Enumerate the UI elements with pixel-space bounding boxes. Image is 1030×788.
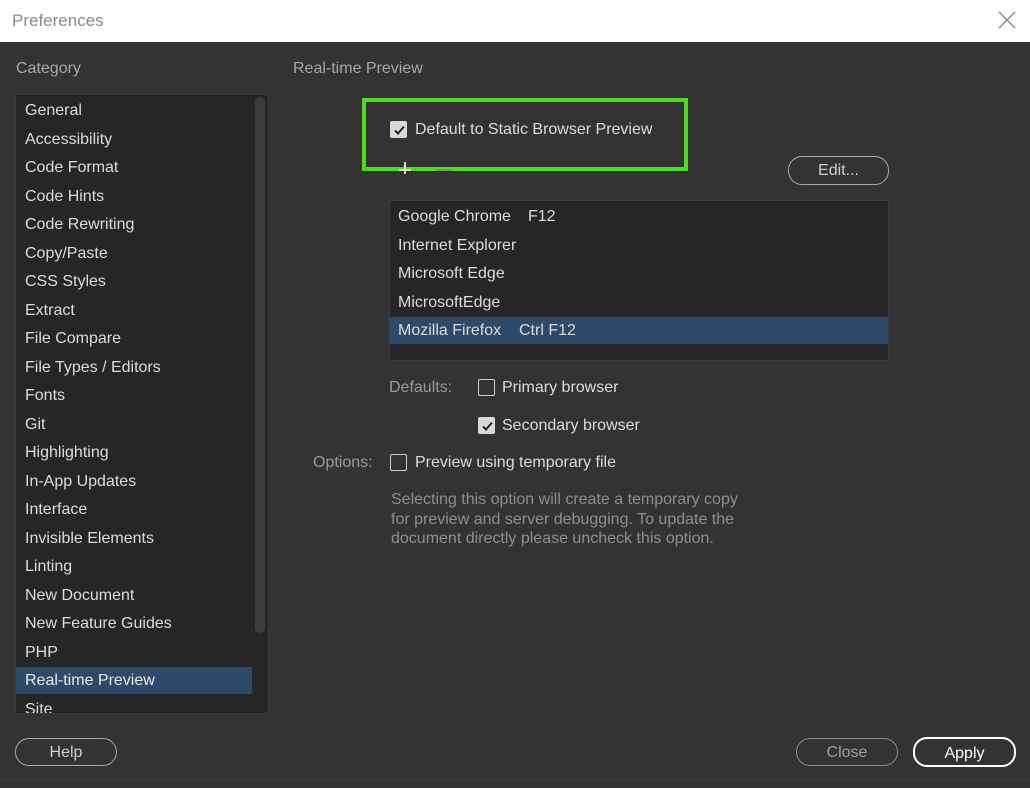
browser-row[interactable]: Microsoft Edge (390, 260, 888, 287)
category-item-in-app-updates[interactable]: In-App Updates (16, 468, 252, 495)
primary-browser-checkbox[interactable] (478, 379, 495, 396)
temp-file-checkbox[interactable] (390, 454, 407, 471)
category-heading: Category (16, 60, 81, 77)
close-button[interactable]: Close (796, 738, 898, 766)
panel-heading: Real-time Preview (293, 60, 423, 77)
category-item-code-hints[interactable]: Code Hints (16, 183, 252, 210)
browser-shortcut: Ctrl F12 (519, 322, 576, 339)
browser-row[interactable]: Google Chrome F12 (390, 203, 888, 230)
category-item-accessibility[interactable]: Accessibility (16, 126, 252, 153)
edit-button[interactable]: Edit... (788, 156, 889, 185)
category-item-linting[interactable]: Linting (16, 553, 252, 580)
browser-row[interactable]: Internet Explorer (390, 232, 888, 259)
option-description: Selecting this option will create a temp… (391, 490, 781, 549)
options-label: Options: (313, 454, 373, 471)
footer-divider (0, 780, 1030, 781)
category-list[interactable]: General Accessibility Code Format Code H… (15, 94, 269, 714)
category-item-site[interactable]: Site (16, 696, 252, 714)
category-item-extract[interactable]: Extract (16, 297, 252, 324)
browser-name: Internet Explorer (398, 236, 517, 254)
plus-icon[interactable] (399, 161, 411, 179)
category-item-new-feature-guides[interactable]: New Feature Guides (16, 610, 252, 637)
secondary-browser-checkbox[interactable] (478, 417, 495, 434)
browser-row-selected[interactable]: Mozilla Firefox Ctrl F12 (390, 317, 888, 344)
secondary-browser-label: Secondary browser (502, 417, 640, 434)
browser-name: MicrosoftEdge (398, 293, 501, 311)
category-item-file-compare[interactable]: File Compare (16, 325, 252, 352)
category-item-general[interactable]: General (16, 97, 252, 124)
add-remove-controls (399, 161, 459, 174)
category-item-code-format[interactable]: Code Format (16, 154, 252, 181)
description-line: Selecting this option will create a temp… (391, 491, 738, 508)
browser-list[interactable]: Google Chrome F12 Internet Explorer Micr… (389, 200, 889, 361)
browser-name: Google Chrome (398, 208, 511, 225)
minus-icon[interactable] (437, 161, 451, 179)
primary-browser-label: Primary browser (502, 379, 619, 396)
description-line: for preview and server debugging. To upd… (391, 510, 735, 528)
category-scrollbar[interactable] (255, 97, 265, 633)
help-button[interactable]: Help (15, 738, 117, 766)
category-item-git[interactable]: Git (16, 411, 252, 438)
apply-button[interactable]: Apply (913, 737, 1016, 767)
description-line: document directly please uncheck this op… (391, 530, 714, 547)
category-item-copy-paste[interactable]: Copy/Paste (16, 240, 252, 267)
browser-name: Mozilla Firefox (398, 322, 502, 339)
window-title: Preferences (12, 11, 104, 30)
category-item-new-document[interactable]: New Document (16, 582, 252, 609)
category-item-php[interactable]: PHP (16, 639, 252, 666)
category-item-highlighting[interactable]: Highlighting (16, 439, 252, 466)
title-bar: Preferences (0, 0, 1030, 42)
category-item-file-types-editors[interactable]: File Types / Editors (16, 354, 252, 381)
browser-shortcut: F12 (528, 208, 556, 225)
browser-row[interactable]: MicrosoftEdge (390, 289, 888, 316)
category-item-invisible-elements[interactable]: Invisible Elements (16, 525, 252, 552)
category-item-css-styles[interactable]: CSS Styles (16, 268, 252, 295)
defaults-label: Defaults: (389, 379, 453, 396)
category-item-code-rewriting[interactable]: Code Rewriting (16, 211, 252, 238)
checkmark-icon (482, 421, 493, 431)
temp-file-label: Preview using temporary file (415, 454, 616, 471)
category-item-interface[interactable]: Interface (16, 496, 252, 523)
category-item-fonts[interactable]: Fonts (16, 382, 252, 409)
close-icon[interactable] (998, 11, 1016, 29)
category-item-real-time-preview[interactable]: Real-time Preview (16, 667, 252, 694)
browser-name: Microsoft Edge (398, 265, 505, 282)
